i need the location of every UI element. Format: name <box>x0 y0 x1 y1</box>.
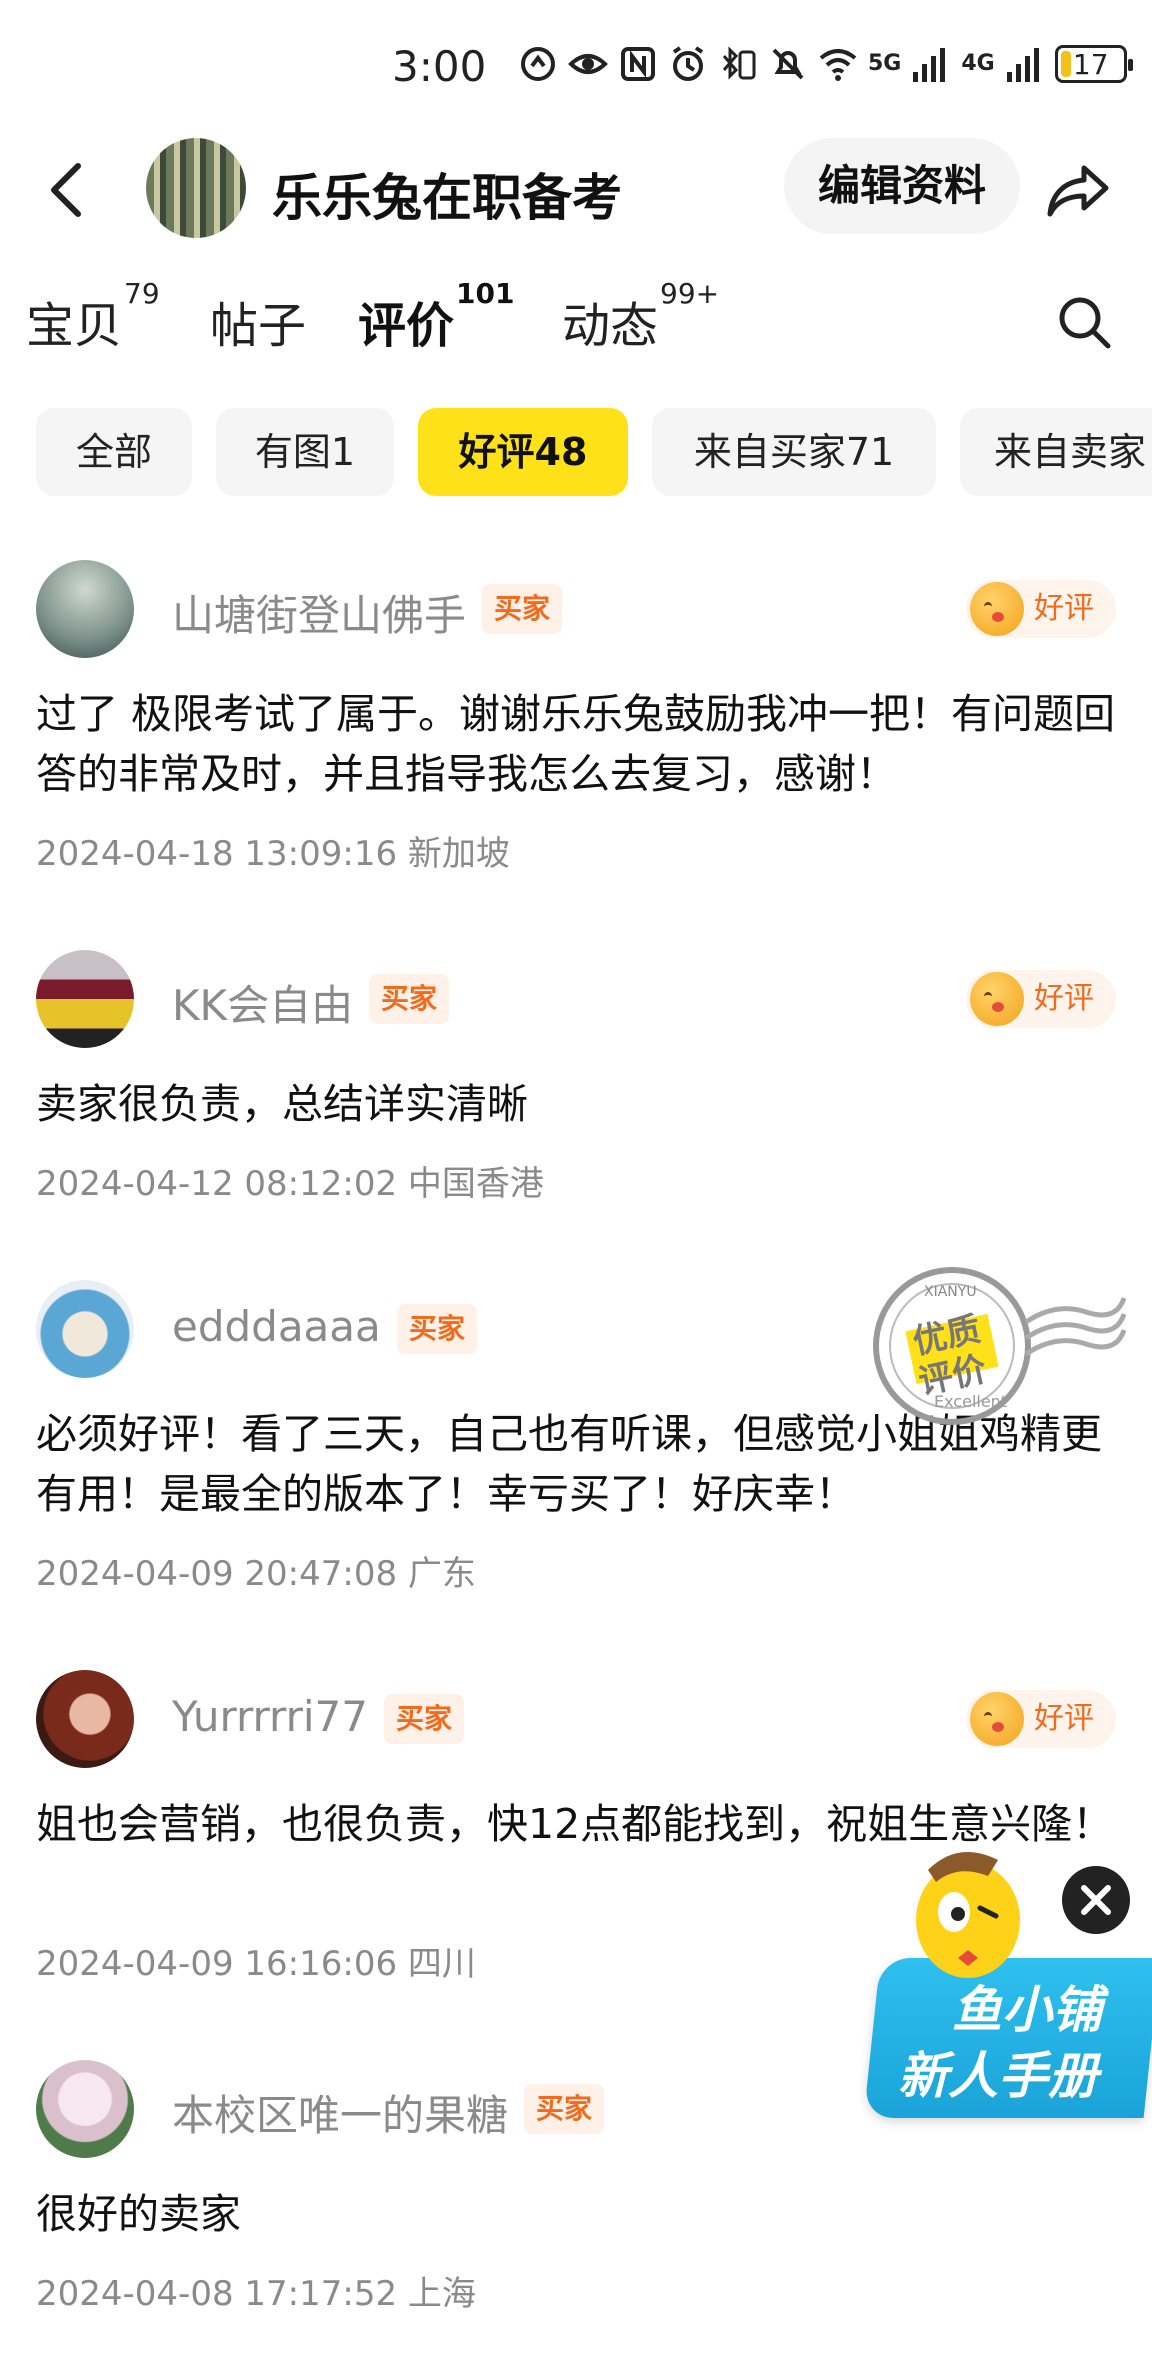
stamp-top-text: XIANYU <box>924 1284 977 1300</box>
bluetooth-battery-icon <box>718 44 758 84</box>
review-text: 卖家很负责，总结详实清晰 <box>36 1080 528 1128</box>
chip-with-images[interactable]: 有图1 <box>216 408 394 496</box>
review-text: 过了 极限考试了属于。谢谢乐乐兔鼓励我冲一把！有问题回答的非常及时，并且指导我怎… <box>36 690 1116 798</box>
quality-review-stamp: XIANYU 优质 评价 Excellent <box>866 1262 1127 1432</box>
wifi-icon <box>818 44 858 84</box>
review-date-location: 2024-04-08 17:17:52 上海 <box>36 2274 476 2314</box>
buyer-badge: 买家 <box>524 2084 605 2134</box>
share-icon <box>1047 165 1109 217</box>
reviewer-avatar[interactable] <box>36 2060 134 2158</box>
new-user-guide-promo[interactable]: 鱼小铺 新人手册 <box>863 1830 1152 2120</box>
kiss-face-icon <box>970 972 1024 1026</box>
stamp-bottom-text: Excellent <box>934 1392 1008 1411</box>
tab-posts[interactable]: 帖子 <box>210 286 306 356</box>
buyer-badge: 买家 <box>482 584 563 634</box>
search-button[interactable] <box>1054 292 1114 352</box>
close-promo-button[interactable] <box>1062 1866 1130 1934</box>
reviewer-name[interactable]: 山塘街登山佛手 <box>172 582 466 643</box>
review-date-location: 2024-04-12 08:12:02 中国香港 <box>36 1164 544 1204</box>
profile-tabs: 宝贝79 帖子 评价101 动态99+ <box>0 272 1152 372</box>
buyer-badge: 买家 <box>384 1694 465 1744</box>
positive-rating-badge: 好评 <box>966 580 1116 638</box>
chip-from-buyers[interactable]: 来自买家71 <box>652 408 936 496</box>
tab-activity[interactable]: 动态99+ <box>562 277 719 356</box>
signal-bars-icon <box>911 44 951 84</box>
share-button[interactable] <box>1044 156 1112 224</box>
battery-level: 17 <box>1072 47 1109 81</box>
chip-positive[interactable]: 好评48 <box>418 408 628 496</box>
alarm-icon <box>668 44 708 84</box>
reviewer-avatar[interactable] <box>36 560 134 658</box>
reviewer-avatar[interactable] <box>36 1670 134 1768</box>
reviewer-avatar[interactable] <box>36 950 134 1048</box>
fish-mascot-icon <box>916 1852 1020 1978</box>
edit-profile-button[interactable]: 编辑资料 <box>784 138 1020 234</box>
positive-rating-badge: 好评 <box>966 1690 1116 1748</box>
shop-avatar[interactable] <box>146 138 246 238</box>
reviewer-name[interactable]: KK会自由 <box>172 972 353 1033</box>
mute-icon <box>768 44 808 84</box>
review-filter-chips: 全部 有图1 好评48 来自买家71 来自卖家 <box>0 408 1152 496</box>
battery-icon: 17 <box>1054 45 1133 83</box>
kiss-face-icon <box>970 582 1024 636</box>
shop-header: 乐乐兔在职备考 编辑资料 <box>0 130 1152 250</box>
signal-bars-icon <box>1005 44 1045 84</box>
nfc-icon <box>618 44 658 84</box>
reviewer-avatar[interactable] <box>36 1280 134 1378</box>
signal-4g-label: 4G <box>961 51 995 76</box>
review-item: KK会自由 买家 好评 卖家很负责，总结详实清晰 2024-04-12 08:1… <box>0 950 1152 1210</box>
shop-name: 乐乐兔在职备考 <box>272 169 622 227</box>
status-time: 3:00 <box>392 42 487 91</box>
reviewer-name[interactable]: Yurrrrri77 <box>172 1692 368 1741</box>
review-date-location: 2024-04-18 13:09:16 新加坡 <box>36 834 510 874</box>
buyer-badge: 买家 <box>397 1304 478 1354</box>
review-text: 很好的卖家 <box>36 2190 241 2238</box>
review-date-location: 2024-04-09 16:16:06 四川 <box>36 1944 476 1984</box>
kiss-face-icon <box>970 1692 1024 1746</box>
tab-reviews[interactable]: 评价101 <box>358 277 514 356</box>
review-date-location: 2024-04-09 20:47:08 广东 <box>36 1554 476 1594</box>
reviewer-name[interactable]: edddaaaa <box>172 1302 381 1351</box>
nfc-app-icon <box>518 44 558 84</box>
eye-icon <box>568 44 608 84</box>
reviewer-name[interactable]: 本校区唯一的果糖 <box>172 2082 508 2143</box>
back-arrow-icon <box>51 163 81 217</box>
tab-items[interactable]: 宝贝79 <box>26 277 160 356</box>
positive-rating-badge: 好评 <box>966 970 1116 1028</box>
back-button[interactable] <box>40 160 100 220</box>
search-icon <box>1059 297 1111 349</box>
signal-5g-label: 5G <box>868 51 902 76</box>
review-item: 山塘街登山佛手 买家 好评 过了 极限考试了属于。谢谢乐乐兔鼓励我冲一把！有问题… <box>0 560 1152 900</box>
close-icon <box>1081 1885 1111 1915</box>
chip-from-sellers[interactable]: 来自卖家 <box>960 408 1152 496</box>
status-bar: 3:00 5G 4G 17 <box>0 0 1152 130</box>
buyer-badge: 买家 <box>369 974 450 1024</box>
status-icons: 5G 4G 17 <box>518 44 1133 84</box>
promo-title-line2: 新人手册 <box>898 2047 1098 2105</box>
promo-title-line1: 鱼小铺 <box>952 1981 1102 2039</box>
chip-all[interactable]: 全部 <box>36 408 192 496</box>
